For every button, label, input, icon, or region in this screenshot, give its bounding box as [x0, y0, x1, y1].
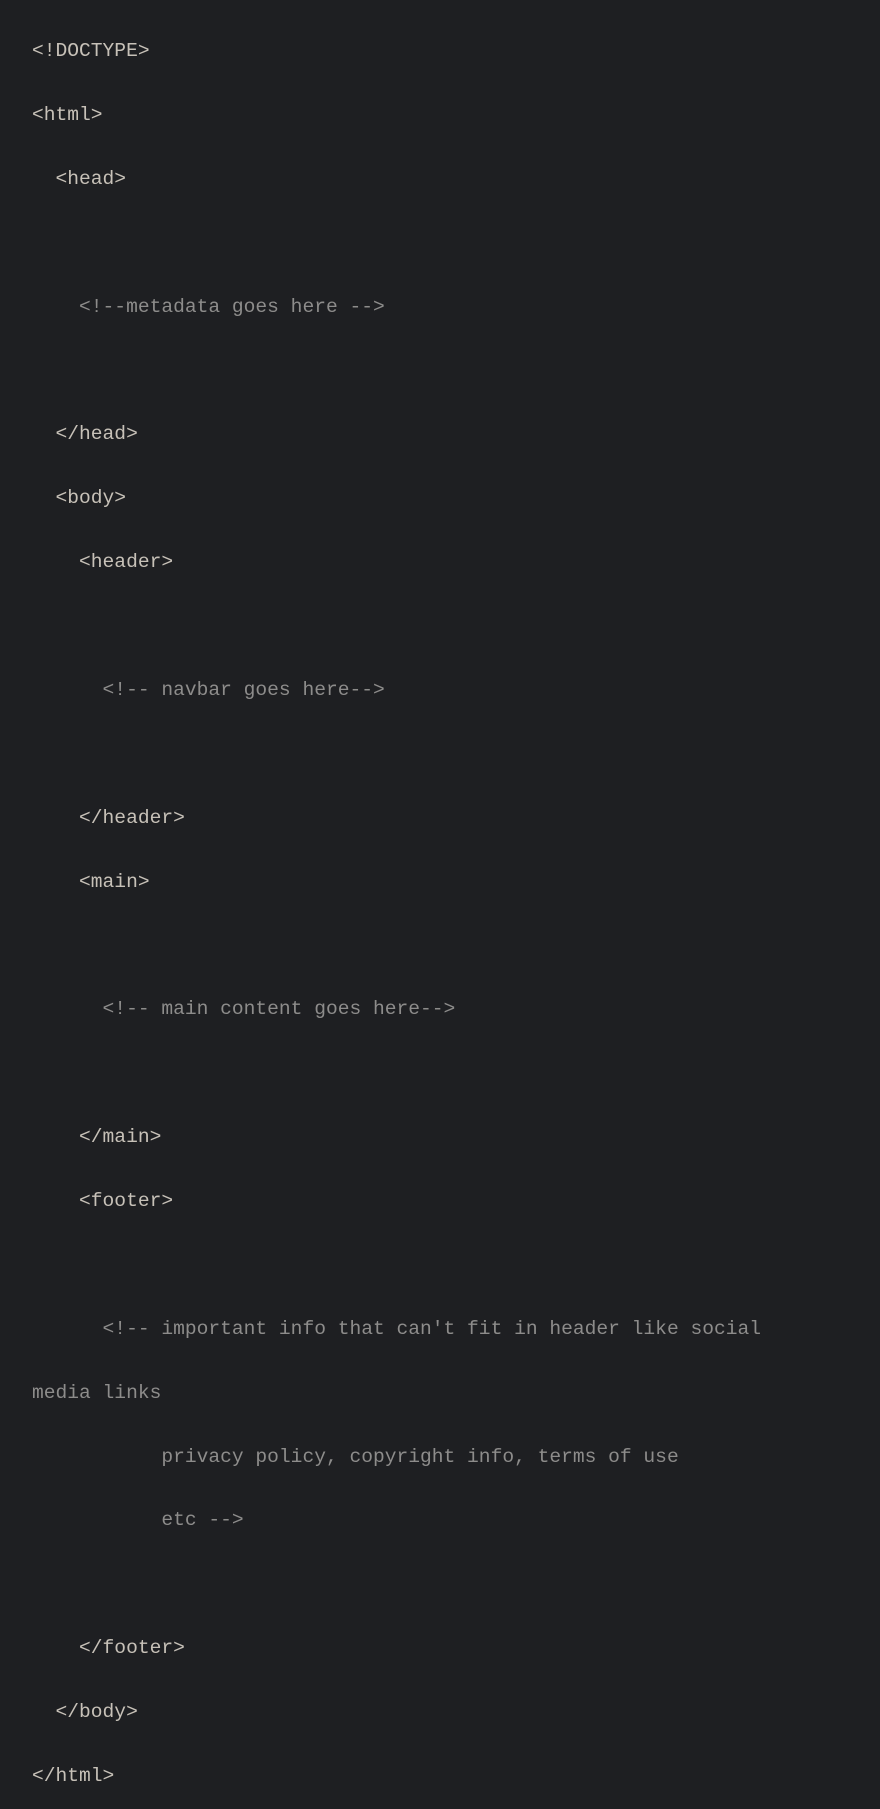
code-line: <main> — [32, 870, 150, 893]
code-line: </body> — [32, 1701, 138, 1724]
code-comment: <!-- important info that can't fit in he… — [32, 1317, 762, 1340]
code-comment: privacy policy, copyright info, terms of… — [32, 1445, 679, 1468]
code-line: <footer> — [32, 1190, 174, 1213]
code-line: <head> — [32, 167, 127, 190]
code-line: </header> — [32, 806, 185, 829]
code-line: <!DOCTYPE> — [32, 40, 150, 62]
code-line: </head> — [32, 423, 138, 446]
code-comment: <!-- navbar goes here--> — [32, 678, 385, 701]
code-line: <header> — [32, 551, 174, 574]
code-line: <body> — [32, 487, 127, 510]
code-line: </html> — [32, 1765, 115, 1788]
code-line: </main> — [32, 1126, 162, 1149]
code-comment: <!-- main content goes here--> — [32, 998, 456, 1021]
code-line: <html> — [32, 103, 103, 126]
code-block: <!DOCTYPE> <html> <head> <!--metadata go… — [32, 20, 880, 1809]
code-comment: etc --> — [32, 1509, 244, 1532]
code-comment: <!--metadata goes here --> — [32, 295, 385, 318]
code-comment: media links — [32, 1381, 162, 1404]
code-line: </footer> — [32, 1637, 185, 1660]
